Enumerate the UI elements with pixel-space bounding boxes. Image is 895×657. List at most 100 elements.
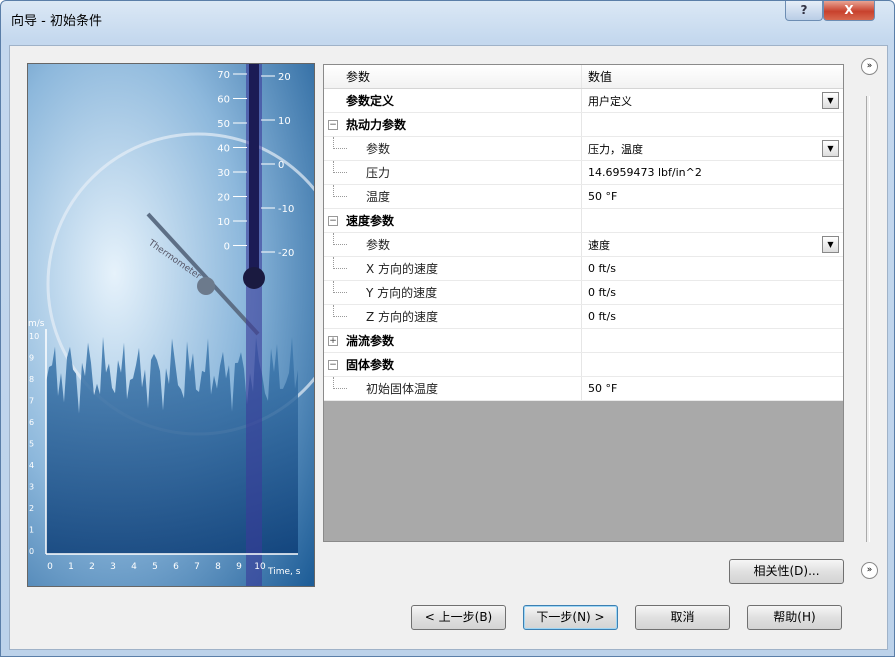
row-name: 参数 [324, 233, 582, 256]
chart-x-tick: 2 [89, 562, 95, 572]
cancel-button[interactable]: 取消 [635, 605, 730, 630]
row-value: 14.6959473 lbf/in^2 [582, 161, 843, 184]
row-value-text: 压力，温度 [588, 142, 643, 156]
grid-row[interactable]: 参数 速度 ▼ [324, 233, 843, 257]
wizard-window: 向导 - 初始条件 ? X Thermometer 70 60 50 40 30 20 10… [0, 0, 895, 657]
row-name: Z 方向的速度 [324, 305, 582, 328]
chart-y-tick: 1 [29, 526, 34, 535]
row-name: 热动力参数 [324, 113, 582, 136]
next-button[interactable]: 下一步(N) > [523, 605, 618, 630]
thermo-left-tick: 20 [217, 193, 230, 204]
grid-row[interactable]: 参数 压力，温度 ▼ [324, 137, 843, 161]
chart-x-tick: 6 [173, 562, 179, 572]
row-value[interactable]: 速度 ▼ [582, 233, 843, 256]
row-name: X 方向的速度 [324, 257, 582, 280]
row-name: 参数 [324, 137, 582, 160]
expand-top-button[interactable]: » [861, 58, 878, 75]
row-name: Y 方向的速度 [324, 281, 582, 304]
thermo-right-tick: -20 [278, 248, 294, 259]
help-title-button[interactable]: ? [785, 1, 823, 21]
chart-y-tick: 2 [29, 504, 34, 513]
chart-y-tick: 9 [29, 354, 34, 363]
thermometer-chart-illustration: Thermometer 70605040302010020100-10-20 1… [28, 64, 314, 586]
row-value-text: 0 ft/s [588, 262, 616, 275]
row-value-text: 0 ft/s [588, 310, 616, 323]
collapse-icon[interactable]: − [328, 216, 338, 226]
row-value-text: 0 ft/s [588, 286, 616, 299]
wizard-illustration: Thermometer 70 60 50 40 30 20 10 0 20 10 0 -10 -20 1… [27, 63, 315, 587]
chart-x-tick: 3 [110, 562, 116, 572]
thermo-right-tick: 20 [278, 72, 291, 83]
header-parameter: 参数 [324, 65, 582, 88]
thermo-right-tick: 0 [278, 160, 284, 171]
row-name: 压力 [324, 161, 582, 184]
thermo-left-tick: 50 [217, 119, 230, 130]
collapse-icon[interactable]: − [328, 120, 338, 130]
row-value[interactable]: 用户定义 ▼ [582, 89, 843, 112]
help-button[interactable]: 帮助(H) [747, 605, 842, 630]
chart-x-label: Time, s [267, 567, 301, 577]
grid-header: 参数 数值 [324, 65, 843, 89]
chart-x-tick: 1 [68, 562, 74, 572]
close-button[interactable]: X [823, 1, 875, 21]
grid-row[interactable]: − 速度参数 [324, 209, 843, 233]
chart-y-tick: 0 [29, 547, 34, 556]
grid-row[interactable]: 温度 50 °F [324, 185, 843, 209]
expand-bottom-button[interactable]: » [861, 562, 878, 579]
row-value [582, 113, 843, 136]
row-value[interactable]: 压力，温度 ▼ [582, 137, 843, 160]
grid-row[interactable]: X 方向的速度 0 ft/s [324, 257, 843, 281]
grid-row[interactable]: + 湍流参数 [324, 329, 843, 353]
expand-icon[interactable]: + [328, 336, 338, 346]
tree-line [333, 305, 347, 317]
row-value [582, 353, 843, 376]
row-name: 湍流参数 [324, 329, 582, 352]
back-button[interactable]: < 上一步(B) [411, 605, 506, 630]
chart-y-tick: 6 [29, 418, 34, 427]
row-name: 固体参数 [324, 353, 582, 376]
chart-y-tick: 4 [29, 461, 34, 470]
grid-row[interactable]: 参数定义 用户定义 ▼ [324, 89, 843, 113]
row-value-text: 50 °F [588, 190, 618, 203]
thermo-left-tick: 60 [217, 95, 230, 106]
dropdown-arrow-icon[interactable]: ▼ [822, 236, 839, 253]
chart-x-tick: 0 [47, 562, 53, 572]
tree-line [333, 257, 347, 269]
grid-row[interactable]: 初始固体温度 50 °F [324, 377, 843, 401]
row-name: 初始固体温度 [324, 377, 582, 400]
row-value [582, 209, 843, 232]
chart-x-tick: 5 [152, 562, 158, 572]
row-value: 50 °F [582, 377, 843, 400]
dropdown-arrow-icon[interactable]: ▼ [822, 140, 839, 157]
chart-x-tick: 9 [236, 562, 242, 572]
dropdown-arrow-icon[interactable]: ▼ [822, 92, 839, 109]
tree-line [333, 137, 347, 149]
dependency-button[interactable]: 相关性(D)... [729, 559, 844, 584]
tree-line [333, 185, 347, 197]
thermo-right-tick: -10 [278, 204, 294, 215]
tree-line [333, 281, 347, 293]
row-value-text: 14.6959473 lbf/in^2 [588, 166, 702, 179]
row-value-text: 50 °F [588, 382, 618, 395]
splitter[interactable] [866, 96, 870, 542]
row-name: 温度 [324, 185, 582, 208]
window-title: 向导 - 初始条件 [11, 14, 102, 29]
grid-row[interactable]: − 热动力参数 [324, 113, 843, 137]
grid-row[interactable]: − 固体参数 [324, 353, 843, 377]
row-value-text: 用户定义 [588, 94, 632, 108]
header-value: 数值 [588, 70, 613, 84]
grid-row[interactable]: Z 方向的速度 0 ft/s [324, 305, 843, 329]
collapse-icon[interactable]: − [328, 360, 338, 370]
chart-x-tick: 8 [215, 562, 221, 572]
chart-x-tick: 7 [194, 562, 200, 572]
chart-y-tick: 3 [29, 483, 34, 492]
tree-line [333, 233, 347, 245]
grid-row[interactable]: 压力 14.6959473 lbf/in^2 [324, 161, 843, 185]
chart-y-label: m/s [28, 319, 45, 329]
row-value: 0 ft/s [582, 257, 843, 280]
thermo-left-tick: 30 [217, 168, 230, 179]
grid-row[interactable]: Y 方向的速度 0 ft/s [324, 281, 843, 305]
row-value: 0 ft/s [582, 305, 843, 328]
thermometer-bulb [243, 267, 265, 289]
thermo-left-tick: 40 [217, 144, 230, 155]
